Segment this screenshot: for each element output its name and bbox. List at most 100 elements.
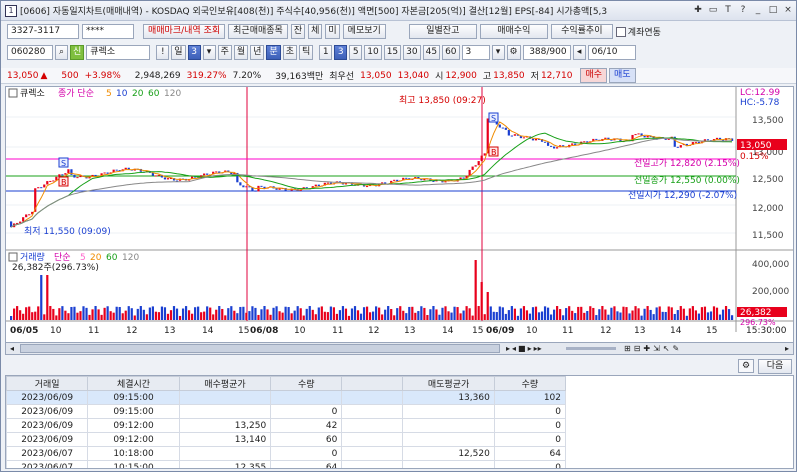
buy-button[interactable]: 매수 — [580, 68, 608, 83]
close-button[interactable]: × — [782, 4, 794, 17]
interval-15-button[interactable]: 15 — [383, 45, 402, 60]
account-select[interactable]: 3327-3117 — [7, 24, 79, 39]
period-tick-button[interactable]: 틱 — [298, 45, 314, 60]
table-row[interactable]: 2023/06/07 10:15:00 12,355 64 0 — [6, 460, 567, 468]
volume-bar — [543, 306, 547, 320]
sell-button[interactable]: 매도 — [609, 68, 636, 83]
volume-legend-box-icon[interactable] — [8, 252, 18, 262]
balance-button[interactable]: 잔 — [290, 24, 306, 39]
filled-button[interactable]: 체 — [308, 24, 323, 39]
interval-3-button[interactable]: 3 — [334, 45, 348, 60]
chart-scrollbar[interactable]: ◂ ▸ ◂ ■ ▸ ▸▸ ⊞ ⊟ ✚ ⇲ ↖ ✎ ▸ — [5, 342, 794, 355]
minimize-button[interactable]: _ — [752, 4, 764, 17]
layout-icon[interactable]: ▭ — [707, 4, 719, 17]
table-settings-icon[interactable]: ⚙ — [738, 359, 754, 373]
scroll-thumb[interactable] — [20, 344, 500, 353]
account-link-checkbox[interactable]: 계좌연동 — [615, 25, 661, 38]
volume-bar — [37, 306, 40, 320]
stock-name-field[interactable]: 큐렉소 — [86, 45, 151, 60]
dropdown-arrow-icon[interactable]: ▾ — [202, 45, 216, 60]
period-day-button[interactable]: 일 — [171, 45, 186, 60]
col-header-sell-avg[interactable]: 매도평균가 — [402, 376, 495, 391]
volume-bar — [254, 307, 257, 320]
unfilled-button[interactable]: 미 — [325, 24, 340, 39]
scroll-right-arrow-icon[interactable]: ▸ — [781, 343, 793, 354]
data-count-field[interactable]: 388/900 — [522, 45, 571, 60]
table-cell — [402, 432, 495, 447]
price-volume-chart[interactable]: 큐렉소 종가 단순 5 10 20 60 120 LC:12.99 HC:-5.… — [6, 87, 793, 343]
zoom-slider[interactable] — [566, 347, 616, 350]
trade-profit-button[interactable]: 매매수익 — [479, 24, 548, 39]
interval-30-button[interactable]: 30 — [403, 45, 421, 60]
scroll-left-icon[interactable]: ◂ — [572, 45, 586, 60]
stock-code-field[interactable]: 060280 — [7, 45, 53, 60]
chart-panel[interactable]: 큐렉소 종가 단순 5 10 20 60 120 LC:12.99 HC:-5.… — [5, 86, 794, 350]
volume-series — [10, 260, 734, 320]
maximize-button[interactable]: □ — [767, 4, 779, 17]
table-row[interactable]: 2023/06/09 09:15:00 0 0 — [6, 404, 567, 419]
candle — [76, 177, 79, 179]
trade-marker-sell[interactable]: S — [58, 157, 69, 168]
nav-first-icon[interactable]: ▸ — [506, 343, 510, 354]
text-icon[interactable]: T — [722, 4, 734, 17]
interval-10-button[interactable]: 10 — [364, 45, 382, 60]
daily-balance-button[interactable]: 일별잔고 — [408, 24, 477, 39]
period-minute-button[interactable]: 분 — [266, 45, 281, 60]
trade-marker-buy[interactable]: B — [58, 176, 69, 187]
trade-marker-buy[interactable]: B — [488, 146, 499, 157]
col-header-sell-qty[interactable]: 수량 — [493, 376, 567, 391]
candle — [549, 145, 553, 147]
candle — [287, 190, 290, 192]
volume-bar — [387, 306, 390, 320]
zoom-in-icon[interactable]: ⊞ — [624, 343, 631, 354]
nav-prev-icon[interactable]: ◂ — [512, 343, 516, 354]
interval-1-button[interactable]: 1 — [319, 45, 333, 60]
nav-stop-icon[interactable]: ■ — [518, 343, 526, 354]
interval-custom-field[interactable]: 3 — [461, 45, 490, 60]
interval-5-button[interactable]: 5 — [349, 45, 363, 60]
return-trend-button[interactable]: 수익률추이 — [550, 24, 613, 39]
interval-45-button[interactable]: 45 — [422, 45, 441, 60]
nav-next-icon[interactable]: ▸ — [528, 343, 532, 354]
crosshair-icon[interactable]: ✚ — [643, 343, 650, 354]
nav-last-icon[interactable]: ▸▸ — [534, 343, 542, 354]
help-icon[interactable]: ? — [737, 4, 749, 17]
legend-box-icon[interactable] — [8, 88, 18, 98]
period-week-button[interactable]: 주 — [217, 45, 232, 60]
trade-marker-sell[interactable]: S — [488, 112, 499, 123]
table-row[interactable]: 2023/06/09 09:12:00 13,140 60 0 — [6, 432, 567, 447]
col-header-date[interactable]: 거래일 — [6, 376, 89, 391]
period-count-button[interactable]: 3 — [187, 45, 201, 60]
table-row[interactable]: 2023/06/09 09:15:00 13,360 102 — [6, 390, 567, 405]
warning-button[interactable]: ! — [156, 45, 170, 60]
table-header-bar: ⚙ 다음 — [5, 358, 794, 374]
volume-bar — [106, 306, 109, 320]
password-field[interactable]: **** — [82, 24, 134, 39]
checkbox-box[interactable] — [615, 26, 626, 37]
col-header-buy-qty[interactable]: 수량 — [270, 376, 343, 391]
memo-button[interactable]: 메모보기 — [342, 24, 386, 39]
period-month-button[interactable]: 월 — [233, 45, 249, 60]
table-row[interactable]: 2023/06/07 10:18:00 0 12,520 64 — [6, 446, 567, 461]
table-row[interactable]: 2023/06/09 09:12:00 13,250 42 0 — [6, 418, 567, 433]
legend-ma120: 120 — [164, 89, 181, 99]
col-header-time[interactable]: 체결시간 — [87, 376, 180, 391]
col-header-buy-avg[interactable]: 매수평균가 — [178, 376, 272, 391]
link-icon[interactable]: ✚ — [692, 4, 704, 17]
ruler-icon[interactable]: ⇲ — [653, 343, 660, 354]
chevron-down-icon[interactable]: ▾ — [491, 45, 505, 60]
next-button[interactable]: 다음 — [758, 359, 792, 374]
trade-mark-query-button[interactable]: 매매마크/내역 조회 — [143, 24, 226, 39]
recent-stocks-button[interactable]: 최근매매종목 — [228, 24, 288, 39]
zoom-out-icon[interactable]: ⊟ — [634, 343, 641, 354]
date-field[interactable]: 06/10 — [587, 45, 636, 60]
pen-icon[interactable]: ✎ — [673, 343, 680, 354]
period-year-button[interactable]: 년 — [250, 45, 265, 60]
volume-bar — [411, 306, 414, 320]
settings-icon[interactable]: ⚙ — [506, 45, 521, 60]
period-second-button[interactable]: 초 — [282, 45, 297, 60]
cursor-icon[interactable]: ↖ — [663, 343, 670, 354]
interval-60-button[interactable]: 60 — [442, 45, 460, 60]
scroll-left-arrow-icon[interactable]: ◂ — [6, 343, 18, 354]
search-icon[interactable]: ⌕ — [55, 45, 68, 60]
